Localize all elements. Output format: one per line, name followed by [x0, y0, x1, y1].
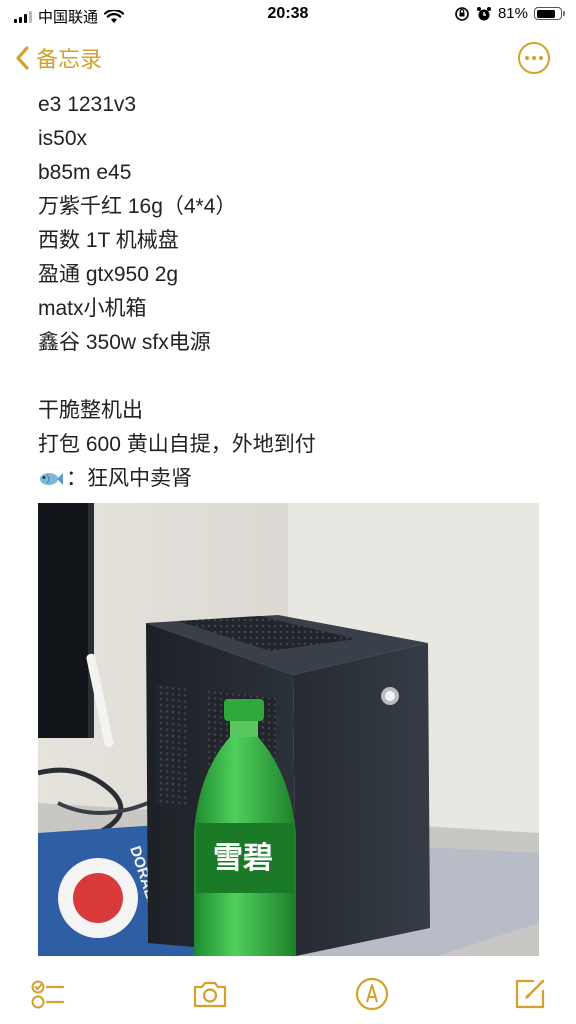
- compose-icon: [515, 979, 545, 1009]
- more-dot: [525, 56, 529, 60]
- status-bar: 中国联通 20:38 81%: [0, 0, 576, 30]
- note-line: 干脆整机出: [38, 399, 143, 422]
- note-line-text: ：狂风中卖肾: [66, 467, 192, 490]
- note-line: 盈通 gtx950 2g: [38, 263, 179, 286]
- note-blank-line: [38, 360, 538, 394]
- note-line-with-emoji: ：狂风中卖肾: [38, 462, 538, 496]
- more-options-button[interactable]: [518, 42, 550, 74]
- compose-button[interactable]: [510, 974, 550, 1014]
- alarm-icon: [476, 6, 491, 20]
- back-label: 备忘录: [36, 47, 103, 72]
- checklist-icon: [31, 980, 65, 1009]
- note-line: is50x: [38, 127, 88, 150]
- bottle-label: 雪碧: [213, 841, 273, 876]
- orientation-lock-icon: [455, 6, 469, 21]
- back-button[interactable]: 备忘录: [14, 42, 102, 74]
- battery-percent: 81%: [497, 5, 528, 22]
- bottom-toolbar: [0, 968, 576, 1024]
- camera-button[interactable]: [190, 974, 230, 1014]
- pc-case-photo: DORAEMON 雪碧: [38, 503, 539, 956]
- camera-icon: [193, 981, 227, 1008]
- note-line: 西数 1T 机械盘: [38, 229, 179, 252]
- note-line: 打包 600 黄山自提，外地到付: [38, 433, 316, 456]
- status-right: 81%: [454, 5, 565, 22]
- note-line: 万紫千红 16g（4*4）: [38, 195, 237, 218]
- fish-emoji-icon: [40, 473, 63, 486]
- note-line: b85m e45: [38, 161, 132, 184]
- more-dot: [539, 56, 543, 60]
- note-body[interactable]: e3 1231v3 is50x b85m e45 万紫千红 16g（4*4） 西…: [38, 88, 538, 496]
- more-dot: [532, 56, 536, 60]
- note-line: e3 1231v3: [38, 93, 137, 116]
- note-line: matx小机箱: [38, 297, 147, 320]
- note-line: 鑫谷 350w sfx电源: [38, 331, 211, 354]
- markup-button[interactable]: [352, 974, 392, 1014]
- markup-icon: [355, 977, 389, 1011]
- chevron-left-icon: [16, 46, 29, 70]
- note-photo[interactable]: DORAEMON 雪碧: [38, 503, 539, 956]
- battery-icon: [534, 7, 565, 20]
- checklist-button[interactable]: [28, 974, 68, 1014]
- nav-bar: 备忘录: [0, 38, 576, 82]
